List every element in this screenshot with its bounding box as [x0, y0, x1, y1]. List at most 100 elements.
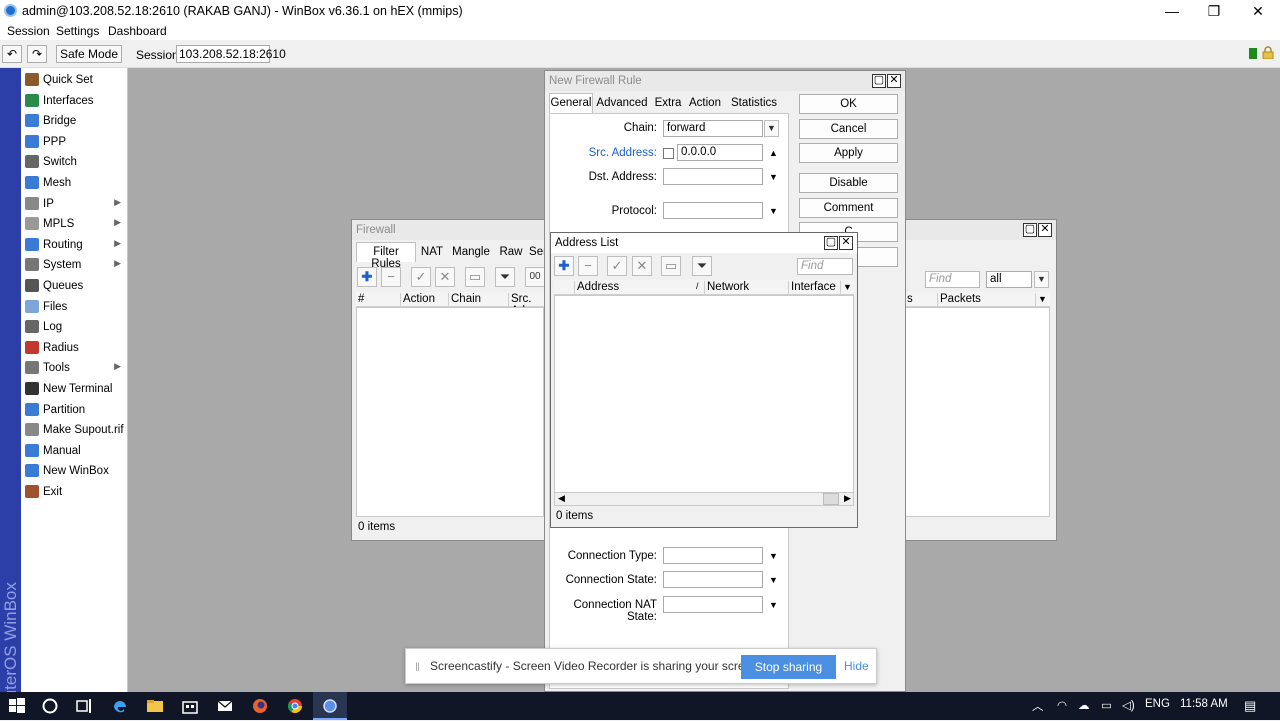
sidebar-item-bridge[interactable]: Bridge — [21, 111, 127, 131]
firewall-rules-list[interactable] — [356, 307, 544, 517]
sidebar-item-make-supout-rif[interactable]: Make Supout.rif — [21, 420, 127, 440]
address-comment-icon[interactable]: ▭ — [661, 256, 681, 276]
tab-general[interactable]: General — [549, 93, 593, 113]
tab-mangle[interactable]: Mangle — [449, 242, 493, 262]
address-disable-icon[interactable]: ✕ — [632, 256, 652, 276]
src-address-collapse-icon[interactable]: ▲ — [769, 148, 778, 158]
safe-mode-button[interactable]: Safe Mode — [56, 45, 122, 63]
drag-handle-icon[interactable]: ‖ — [415, 660, 420, 674]
scroll-thumb[interactable] — [823, 493, 839, 505]
firewall-maximize-icon[interactable]: ▢ — [1023, 223, 1037, 237]
notifications-icon[interactable]: ▤ — [1244, 698, 1256, 714]
wifi-icon[interactable]: ◠ — [1057, 698, 1067, 712]
cancel-button[interactable]: Cancel — [799, 119, 898, 139]
src-address-label[interactable]: Src. Address: — [549, 147, 657, 159]
minimize-button[interactable]: — — [1150, 0, 1194, 22]
redo-button[interactable]: ↷ — [27, 45, 47, 63]
col-bytes[interactable]: s — [905, 293, 937, 307]
filter-dropdown-icon[interactable]: ▼ — [1034, 271, 1049, 288]
task-view-icon[interactable] — [75, 697, 93, 715]
address-horizontal-scrollbar[interactable]: ◀ ▶ — [554, 492, 854, 506]
tab-raw[interactable]: Raw — [496, 242, 526, 262]
sidebar-item-queues[interactable]: Queues — [21, 276, 127, 296]
chain-dropdown-icon[interactable]: ▼ — [764, 120, 779, 137]
menu-session[interactable]: Session — [7, 24, 50, 38]
address-add-icon[interactable]: ✚ — [554, 256, 574, 276]
col-network[interactable]: Network — [704, 281, 788, 295]
col-packets[interactable]: Packets — [937, 293, 1035, 307]
stop-sharing-button[interactable]: Stop sharing — [741, 655, 836, 679]
sidebar-item-exit[interactable]: Exit — [21, 482, 127, 502]
hide-button[interactable]: Hide — [844, 659, 869, 673]
tab-advanced[interactable]: Advanced — [595, 93, 649, 113]
remove-icon[interactable]: − — [381, 267, 401, 287]
sidebar-item-new-terminal[interactable]: New Terminal — [21, 379, 127, 399]
connection-state-select[interactable] — [663, 571, 763, 588]
apply-button[interactable]: Apply — [799, 143, 898, 163]
filter-icon[interactable]: ⏷ — [495, 267, 515, 287]
sidebar-item-system[interactable]: System ▶ — [21, 255, 127, 275]
col-action[interactable]: Action — [400, 293, 448, 307]
sidebar-item-files[interactable]: Files — [21, 297, 127, 317]
battery-icon[interactable]: ▭ — [1101, 698, 1112, 712]
tray-chevron-icon[interactable]: ︿ — [1032, 698, 1044, 714]
new-rule-maximize-icon[interactable]: ▢ — [872, 74, 886, 88]
comment-icon[interactable]: ▭ — [465, 267, 485, 287]
col-src-address[interactable]: Src. Ad — [508, 293, 548, 307]
session-input[interactable]: 103.208.52.18:2610 — [176, 45, 286, 63]
src-address-input[interactable]: 0.0.0.0 — [677, 144, 763, 161]
edge-browser-icon[interactable] — [111, 697, 129, 715]
protocol-select[interactable] — [663, 202, 763, 219]
connection-state-dropdown-icon[interactable]: ▼ — [769, 575, 778, 585]
col-address[interactable]: Address — [574, 281, 704, 295]
windows-start-icon[interactable] — [8, 697, 26, 715]
connection-nat-state-dropdown-icon[interactable]: ▼ — [769, 600, 778, 610]
sidebar-item-routing[interactable]: Routing ▶ — [21, 235, 127, 255]
dst-address-dropdown-icon[interactable]: ▼ — [769, 172, 778, 182]
firefox-icon[interactable] — [251, 697, 269, 715]
comment-button[interactable]: Comment — [799, 198, 898, 218]
firewall-find-input[interactable]: Find — [925, 271, 980, 288]
column-menu-icon[interactable]: ▼ — [1035, 293, 1050, 307]
file-explorer-icon[interactable] — [146, 697, 164, 715]
onedrive-icon[interactable]: ☁ — [1078, 698, 1090, 712]
disable-icon[interactable]: ✕ — [435, 267, 455, 287]
add-icon[interactable]: ✚ — [357, 267, 377, 287]
sidebar-item-switch[interactable]: Switch — [21, 152, 127, 172]
col-chain[interactable]: Chain — [448, 293, 508, 307]
connection-nat-state-select[interactable] — [663, 596, 763, 613]
src-address-negate-checkbox[interactable] — [663, 148, 674, 159]
tab-extra[interactable]: Extra — [652, 93, 684, 113]
sidebar-item-new-winbox[interactable]: New WinBox — [21, 461, 127, 481]
sidebar-item-manual[interactable]: Manual — [21, 441, 127, 461]
scroll-left-icon[interactable]: ◀ — [558, 493, 565, 504]
firewall-close-icon[interactable]: ✕ — [1038, 223, 1052, 237]
clock[interactable]: 11:58 AM — [1180, 698, 1228, 710]
protocol-dropdown-icon[interactable]: ▼ — [769, 206, 778, 216]
menu-settings[interactable]: Settings — [56, 24, 99, 38]
address-filter-icon[interactable]: ⏷ — [692, 256, 712, 276]
tab-nat[interactable]: NAT — [418, 242, 446, 262]
col-number[interactable]: # — [356, 293, 378, 307]
sidebar-item-quick-set[interactable]: Quick Set — [21, 70, 127, 90]
ok-button[interactable]: OK — [799, 94, 898, 114]
enable-icon[interactable]: ✓ — [411, 267, 431, 287]
language-indicator[interactable]: ENG — [1145, 698, 1170, 710]
restore-button[interactable]: ❐ — [1192, 0, 1236, 22]
sidebar-item-mpls[interactable]: MPLS ▶ — [21, 214, 127, 234]
reset-counters-icon[interactable]: 00 — [525, 267, 545, 287]
sidebar-item-log[interactable]: Log — [21, 317, 127, 337]
store-icon[interactable] — [181, 697, 199, 715]
firewall-filter-select[interactable]: all — [986, 271, 1032, 288]
close-button[interactable]: ✕ — [1236, 0, 1280, 22]
undo-button[interactable]: ↶ — [2, 45, 22, 63]
cortana-search-icon[interactable] — [41, 697, 59, 715]
menu-dashboard[interactable]: Dashboard — [108, 24, 167, 38]
col-interface[interactable]: Interface — [788, 281, 840, 295]
address-remove-icon[interactable]: − — [578, 256, 598, 276]
tab-filter-rules[interactable]: Filter Rules — [356, 242, 416, 270]
address-column-menu-icon[interactable]: ▼ — [840, 281, 854, 295]
address-find-input[interactable]: Find — [797, 258, 853, 275]
dst-address-input[interactable] — [663, 168, 763, 185]
sidebar-item-partition[interactable]: Partition — [21, 400, 127, 420]
